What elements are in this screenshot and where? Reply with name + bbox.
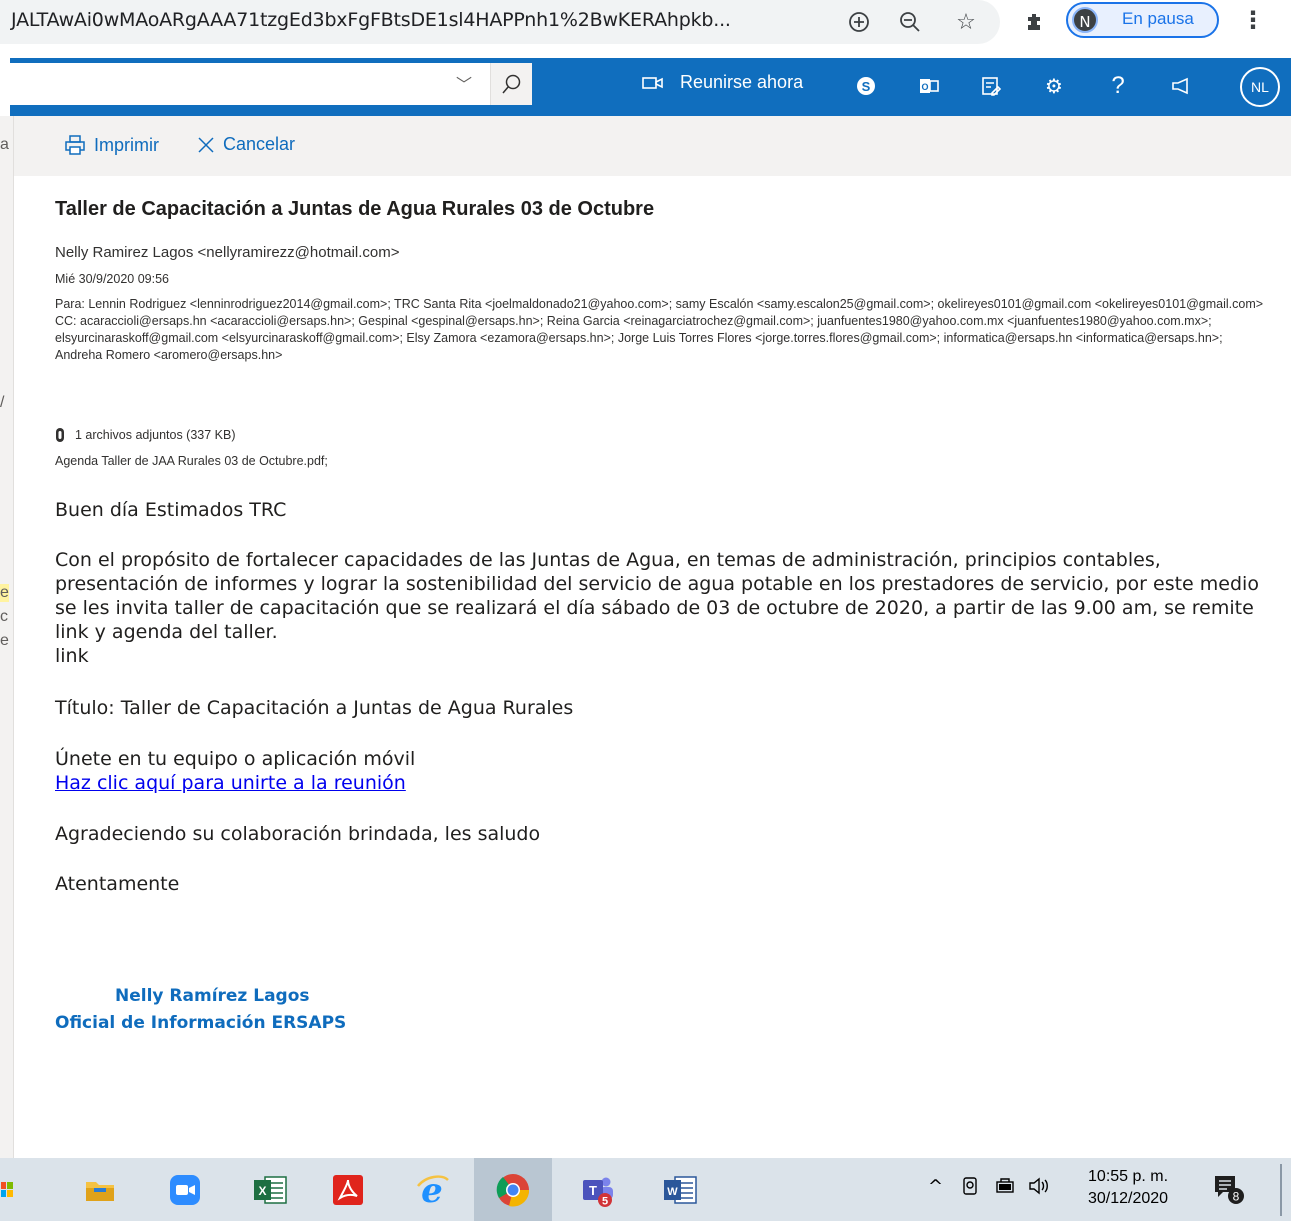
left-fragment: / <box>0 394 5 411</box>
closing-line: Atentamente <box>55 873 180 895</box>
screen: JALTAwAi0wMAoARgAAA71tzgEd3bxFgFBtsDE1sl… <box>0 0 1291 1221</box>
chevron-down-icon[interactable]: ﹀ <box>456 71 472 95</box>
zoom-out-icon[interactable] <box>895 7 925 37</box>
outlook-header: ﹀ Reunirse ahora S O ⚙ ? NL <box>10 58 1291 116</box>
message-sender: Nelly Ramirez Lagos <nellyramirezz@hotma… <box>55 244 400 261</box>
greeting: Buen día Estimados TRC <box>55 499 287 521</box>
svg-text:X: X <box>258 1184 266 1198</box>
browser-menu-icon[interactable]: ⋮ <box>1241 6 1265 34</box>
left-fragment: e <box>0 584 9 602</box>
message-subject: Taller de Capacitación a Juntas de Agua … <box>55 198 655 220</box>
folder-pane-edge: a / e c e <box>0 116 14 1158</box>
browser-toolbar: JALTAwAi0wMAoARgAAA71tzgEd3bxFgFBtsDE1sl… <box>0 0 1291 50</box>
show-desktop-button[interactable] <box>1280 1164 1282 1216</box>
chevron-up-icon[interactable]: ^ <box>928 1176 943 1197</box>
start-icon[interactable] <box>0 1158 14 1221</box>
url-text[interactable]: JALTAwAi0wMAoARgAAA71tzgEd3bxFgFBtsDE1sl… <box>11 9 731 31</box>
svg-text:O: O <box>921 82 928 92</box>
to-recipients: Para: Lennin Rodriguez <lenninrodriguez2… <box>55 297 1264 311</box>
action-center-icon[interactable]: 8 <box>1212 1172 1246 1211</box>
profile-avatar: N <box>1072 7 1098 33</box>
message-body: Buen día Estimados TRC Con el propósito … <box>55 498 1265 896</box>
body-paragraph: Con el propósito de fortalecer capacidad… <box>55 549 1259 643</box>
join-instructions: Únete en tu equipo o aplicación móvil <box>55 748 416 770</box>
skype-icon[interactable]: S <box>850 70 882 102</box>
cancel-button[interactable]: Cancelar <box>197 134 295 155</box>
acrobat-icon[interactable] <box>318 1158 378 1221</box>
clock-date: 30/12/2020 <box>1088 1190 1169 1207</box>
left-fragment: c <box>0 608 8 625</box>
cancel-label: Cancelar <box>223 134 296 154</box>
attachments-count: 1 archivos adjuntos (337 KB) <box>75 428 236 442</box>
file-explorer-icon[interactable] <box>70 1158 130 1221</box>
print-command-bar: Imprimir Cancelar <box>14 116 1291 176</box>
paperclip-icon <box>56 428 64 442</box>
account-avatar[interactable]: NL <box>1240 67 1280 107</box>
search-button[interactable] <box>490 63 532 105</box>
install-app-icon[interactable] <box>844 7 874 37</box>
search-input[interactable]: ﹀ <box>10 63 532 105</box>
signature-title: Oficial de Información ERSAPS <box>55 1013 347 1033</box>
message-date: Mié 30/9/2020 09:56 <box>55 272 169 286</box>
help-icon[interactable]: ? <box>1102 70 1134 102</box>
feedback-megaphone-icon[interactable] <box>1165 70 1197 102</box>
left-fragment: e <box>0 632 9 649</box>
clock-time: 10:55 p. m. <box>1088 1168 1169 1185</box>
video-icon <box>642 76 663 89</box>
chrome-icon[interactable] <box>474 1158 552 1221</box>
search-icon <box>501 74 520 94</box>
print-label: Imprimir <box>94 134 159 155</box>
my-day-icon[interactable] <box>975 70 1007 102</box>
notification-count: 8 <box>1233 1190 1240 1204</box>
teams-icon[interactable]: T5 <box>568 1158 628 1221</box>
meeting-title: Título: Taller de Capacitación a Juntas … <box>55 697 574 719</box>
windows-taskbar: X e T5 W ^ 10:55 p. m. 30/12/2020 8 <box>0 1158 1291 1221</box>
attachments-summary: 1 archivos adjuntos (337 KB) <box>55 428 236 442</box>
thanks-line: Agradeciendo su colaboración brindada, l… <box>55 823 541 845</box>
battery-icon[interactable] <box>994 1176 1016 1201</box>
word-icon[interactable]: W <box>650 1158 710 1221</box>
print-button[interactable]: Imprimir <box>64 134 159 156</box>
meet-now-label: Reunirse ahora <box>680 72 804 92</box>
recipients: Para: Lennin Rodriguez <lenninrodriguez2… <box>55 296 1265 364</box>
close-icon <box>198 136 214 153</box>
internet-explorer-icon[interactable]: e <box>402 1158 462 1221</box>
profile-button[interactable]: N En pausa <box>1066 2 1219 38</box>
teams-badge: 5 <box>602 1195 608 1207</box>
link-word: link <box>55 645 89 667</box>
signature-name: Nelly Ramírez Lagos <box>115 986 310 1006</box>
settings-gear-icon[interactable]: ⚙ <box>1038 70 1070 102</box>
svg-text:S: S <box>862 79 871 94</box>
left-fragment: a <box>0 136 9 153</box>
cc-recipients: CC: acaraccioli@ersaps.hn <acaraccioli@e… <box>55 314 1223 362</box>
svg-text:W: W <box>667 1186 678 1198</box>
zoom-app-icon[interactable] <box>155 1158 215 1221</box>
office-apps-icon[interactable]: O <box>913 70 945 102</box>
svg-text:T: T <box>589 1183 597 1198</box>
system-clock[interactable]: 10:55 p. m. 30/12/2020 <box>1088 1166 1168 1210</box>
meet-now-tray-icon[interactable] <box>960 1176 980 1201</box>
bookmark-star-icon[interactable]: ☆ <box>951 7 981 37</box>
profile-status: En pausa <box>1122 9 1194 28</box>
excel-icon[interactable]: X <box>240 1158 300 1221</box>
attachment-filename[interactable]: Agenda Taller de JAA Rurales 03 de Octub… <box>55 454 328 468</box>
printer-icon <box>65 135 85 155</box>
extensions-icon[interactable] <box>1020 7 1050 37</box>
volume-icon[interactable] <box>1028 1176 1054 1201</box>
join-meeting-link[interactable]: Haz clic aquí para unirte a la reunión <box>55 772 406 794</box>
meet-now-button[interactable]: Reunirse ahora <box>642 72 803 93</box>
